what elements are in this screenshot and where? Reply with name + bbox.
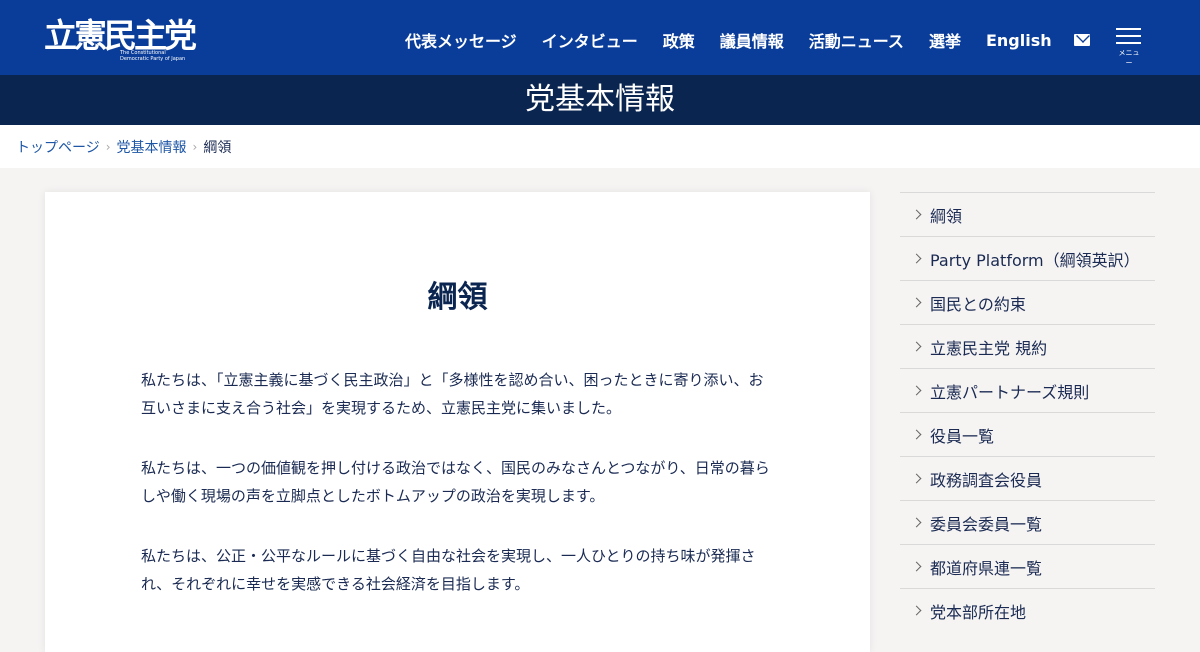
- sidebar-item-hq-address[interactable]: 党本部所在地: [900, 588, 1155, 632]
- sidebar-item-label: Party Platform（綱領英訳）: [930, 250, 1140, 270]
- hamburger-menu-button[interactable]: メニュー: [1116, 26, 1142, 67]
- envelope-icon[interactable]: [1074, 34, 1090, 46]
- sidebar-item-promise[interactable]: 国民との約束: [900, 280, 1155, 324]
- platform-paragraph: 私たちは、公正・公平なルールに基づく自由な社会を実現し、一人ひとりの持ち味が発揮…: [141, 547, 756, 593]
- breadcrumb-chevron-icon: ›: [192, 139, 198, 154]
- chevron-right-icon: [911, 605, 922, 616]
- chevron-right-icon: [911, 429, 922, 440]
- sidebar-item-label: 党本部所在地: [930, 602, 1027, 622]
- hamburger-menu-icon: [1116, 28, 1141, 30]
- chevron-right-icon: [911, 297, 922, 308]
- breadcrumb-basic-info-link[interactable]: 党基本情報: [117, 137, 187, 157]
- chevron-right-icon: [911, 209, 922, 220]
- sidebar-item-party-platform-en[interactable]: Party Platform（綱領英訳）: [900, 236, 1155, 280]
- sidebar-item-label: 役員一覧: [930, 426, 995, 446]
- nav-english[interactable]: English: [986, 31, 1052, 50]
- sidebar-item-label: 国民との約束: [930, 294, 1026, 314]
- sidebar-item-rules[interactable]: 立憲民主党 規約: [900, 324, 1155, 368]
- chevron-right-icon: [911, 341, 922, 352]
- chevron-right-icon: [911, 385, 922, 396]
- content-card: 綱領 私たちは、「立憲主義に基づく民主政治」と「多様性を認め合い、困ったときに寄…: [45, 192, 870, 652]
- hamburger-bar: [1116, 42, 1141, 44]
- sidebar-item-committees[interactable]: 委員会委員一覧: [900, 500, 1155, 544]
- sidebar-item-policy-council[interactable]: 政務調査会役員: [900, 456, 1155, 500]
- chevron-right-icon: [911, 253, 922, 264]
- sidebar-item-label: 立憲民主党 規約: [930, 338, 1048, 358]
- platform-paragraph: 私たちは、一つの価値観を押し付ける政治ではなく、国民のみなさんとつながり、日常の…: [141, 459, 770, 505]
- sidebar-item-officers[interactable]: 役員一覧: [900, 412, 1155, 456]
- sidebar-item-prefectures[interactable]: 都道府県連一覧: [900, 544, 1155, 588]
- nav-policy[interactable]: 政策: [663, 28, 695, 52]
- sidebar-item-platform[interactable]: 綱領: [900, 192, 1155, 236]
- chevron-right-icon: [911, 473, 922, 484]
- sidebar-item-label: 立憲パートナーズ規則: [930, 382, 1090, 402]
- sidebar-nav: 綱領 Party Platform（綱領英訳） 国民との約束 立憲民主党 規約 …: [900, 192, 1155, 632]
- party-logo[interactable]: 立憲民主党 The Constitutional Democratic Part…: [44, 14, 197, 64]
- sidebar-item-label: 綱領: [930, 206, 963, 226]
- logo-english-name: The Constitutional Democratic Party of J…: [120, 50, 186, 62]
- hamburger-bar: [1116, 35, 1141, 37]
- breadcrumb-home-link[interactable]: トップページ: [16, 137, 100, 157]
- menu-label: メニュー: [1118, 49, 1140, 67]
- sidebar-item-partners-rules[interactable]: 立憲パートナーズ規則: [900, 368, 1155, 412]
- sidebar-item-label: 都道府県連一覧: [930, 558, 1043, 578]
- breadcrumb-current: 綱領: [203, 139, 232, 156]
- nav-members[interactable]: 議員情報: [720, 28, 784, 52]
- platform-heading: 綱領: [427, 280, 488, 315]
- global-nav: 代表メッセージ インタビュー 政策 議員情報 活動ニュース 選挙 English: [405, 28, 1077, 52]
- platform-paragraph: 私たちは、「立憲主義に基づく民主政治」と「多様性を認め合い、困ったときに寄り添い…: [141, 371, 764, 417]
- page-title: 党基本情報: [525, 82, 675, 117]
- nav-election[interactable]: 選挙: [929, 28, 961, 52]
- sidebar-item-label: 委員会委員一覧: [930, 514, 1043, 534]
- nav-news[interactable]: 活動ニュース: [809, 28, 904, 52]
- site-header: 立憲民主党 The Constitutional Democratic Part…: [0, 0, 1200, 75]
- sidebar-item-label: 政務調査会役員: [930, 470, 1043, 490]
- page-title-band: 党基本情報: [0, 75, 1200, 125]
- breadcrumb-chevron-icon: ›: [105, 139, 111, 154]
- chevron-right-icon: [911, 517, 922, 528]
- nav-interview[interactable]: インタビュー: [542, 28, 638, 52]
- breadcrumb: トップページ › 党基本情報 › 綱領: [0, 125, 1200, 168]
- nav-leader-message[interactable]: 代表メッセージ: [405, 28, 517, 52]
- chevron-right-icon: [911, 561, 922, 572]
